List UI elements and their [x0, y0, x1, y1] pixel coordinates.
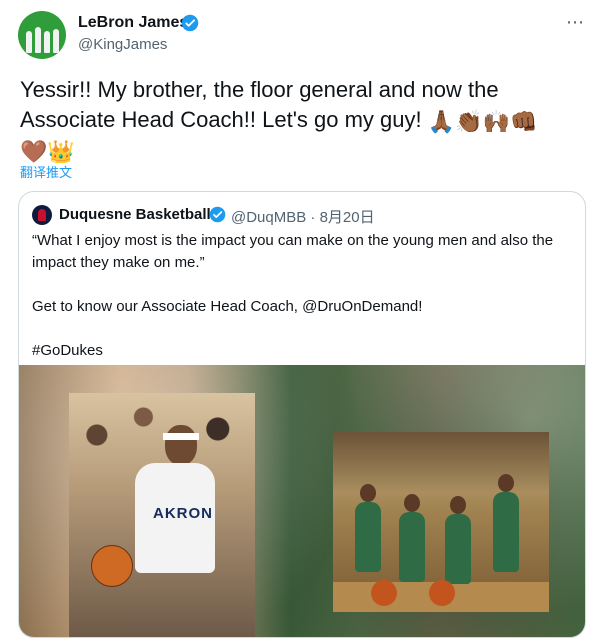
verified-badge-icon	[181, 14, 199, 32]
tweet-text: Yessir!! My brother, the floor general a…	[20, 75, 585, 165]
raising-hands-emoji: 🙌🏾	[482, 109, 510, 134]
quote-text: “What I enjoy most is the impact you can…	[32, 230, 572, 362]
jersey-text: AKRON	[153, 505, 213, 522]
more-options-icon[interactable]: ⋯	[566, 12, 585, 33]
quote-media-image[interactable]: AKRON	[19, 365, 585, 637]
verified-badge-icon	[209, 206, 226, 223]
fist-bump-emoji: 👊🏾	[509, 109, 538, 134]
quote-author-handle[interactable]: @DuqMBB	[231, 209, 306, 226]
clapping-hands-emoji: 👏🏾	[455, 109, 483, 134]
folded-hands-emoji: 🙏🏾	[427, 109, 456, 134]
author-avatar[interactable]	[18, 11, 66, 59]
quote-author-name[interactable]: Duquesne Basketball	[59, 206, 211, 223]
quote-author-avatar[interactable]	[32, 205, 52, 225]
crown-emoji: 👑	[47, 139, 75, 164]
author-name[interactable]: LeBron James	[78, 14, 188, 32]
photo-team-group	[333, 432, 549, 612]
meta-separator: ·	[310, 209, 316, 226]
tweet-text-line2: Associate Head Coach!! Let's go my guy! …	[20, 107, 538, 134]
quote-paragraph-2: Get to know our Associate Head Coach, @D…	[32, 298, 423, 315]
tweet-text-line3: 🤎👑	[20, 135, 585, 165]
quoted-tweet[interactable]: Duquesne Basketball @DuqMBB · 8月20日 “Wha…	[18, 191, 586, 638]
quote-paragraph-1: “What I enjoy most is the impact you can…	[32, 232, 554, 271]
quote-hashtag[interactable]: #GoDukes	[32, 340, 572, 362]
quote-date[interactable]: 8月20日	[320, 209, 375, 226]
author-handle[interactable]: @KingJames	[78, 36, 167, 53]
brown-heart-emoji: 🤎	[20, 139, 48, 164]
quote-author-meta: @DuqMBB · 8月20日	[231, 206, 375, 227]
photo-akron-player: AKRON	[69, 393, 255, 637]
translate-tweet-link[interactable]: 翻译推文	[20, 162, 72, 181]
tweet-text-line1: Yessir!! My brother, the floor general a…	[20, 77, 499, 102]
